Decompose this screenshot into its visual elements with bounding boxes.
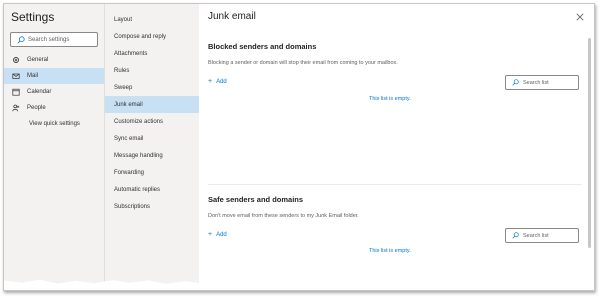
subnav-item-layout[interactable]: Layout: [105, 11, 199, 28]
safe-add-button[interactable]: + Add: [208, 231, 227, 238]
sidebar-item-label: Calendar: [27, 89, 52, 95]
settings-nav: General Mail Calendar People View quick …: [4, 52, 104, 132]
subnav-item-sync-email[interactable]: Sync email: [105, 130, 199, 147]
search-icon: [17, 35, 25, 43]
blocked-senders-description: Blocking a sender or domain will stop th…: [208, 60, 398, 66]
safe-search-placeholder: Search list: [523, 232, 549, 239]
subnav-item-compose-and-reply[interactable]: Compose and reply: [105, 28, 199, 45]
subnav-item-subscriptions[interactable]: Subscriptions: [105, 198, 199, 215]
subnav-item-forwarding[interactable]: Forwarding: [105, 164, 199, 181]
people-icon: [12, 104, 20, 112]
calendar-icon: [12, 88, 20, 96]
settings-window: Settings Search settings General Mail Ca…: [3, 3, 595, 291]
mail-icon: [12, 72, 20, 80]
safe-senders-heading: Safe senders and domains: [208, 195, 304, 204]
sidebar-item-label: People: [27, 105, 46, 111]
blocked-senders-heading: Blocked senders and domains: [208, 42, 317, 51]
gear-icon: [12, 56, 20, 64]
sidebar-item-mail[interactable]: Mail: [4, 68, 104, 84]
subnav-item-attachments[interactable]: Attachments: [105, 45, 199, 62]
mail-subnav: Layout Compose and reply Attachments Rul…: [104, 4, 199, 290]
subnav-item-sweep[interactable]: Sweep: [105, 79, 199, 96]
subnav-item-customize-actions[interactable]: Customize actions: [105, 113, 199, 130]
search-icon: [512, 79, 519, 86]
subnav-item-automatic-replies[interactable]: Automatic replies: [105, 181, 199, 198]
subnav-item-message-handling[interactable]: Message handling: [105, 147, 199, 164]
settings-title: Settings: [11, 10, 55, 24]
blocked-empty-text: This list is empty.: [369, 96, 411, 102]
sidebar-item-label: View quick settings: [29, 121, 80, 127]
plus-icon: +: [208, 231, 213, 238]
sidebar-item-label: General: [27, 57, 49, 63]
view-quick-settings-link[interactable]: View quick settings: [4, 116, 104, 132]
sidebar-item-label: Mail: [27, 73, 39, 79]
plus-icon: +: [208, 78, 213, 85]
junk-email-panel: Junk email Blocked senders and domains B…: [199, 4, 594, 290]
safe-search-input[interactable]: Search list: [505, 228, 579, 243]
settings-sidebar: Settings Search settings General Mail Ca…: [4, 4, 104, 290]
safe-senders-description: Don't move email from these senders to m…: [208, 213, 359, 219]
search-settings-input[interactable]: Search settings: [10, 32, 98, 47]
blocked-search-placeholder: Search list: [523, 79, 549, 86]
section-divider: [208, 184, 582, 185]
page-title: Junk email: [208, 11, 256, 22]
sidebar-item-general[interactable]: General: [4, 52, 104, 68]
sidebar-item-people[interactable]: People: [4, 100, 104, 116]
subnav-item-junk-email[interactable]: Junk email: [105, 96, 199, 113]
panel-scrollbar[interactable]: [588, 38, 591, 248]
search-icon: [512, 232, 519, 239]
mail-subnav-list: Layout Compose and reply Attachments Rul…: [105, 11, 199, 215]
sidebar-item-calendar[interactable]: Calendar: [4, 84, 104, 100]
blocked-add-label: Add: [216, 78, 227, 85]
subnav-item-rules[interactable]: Rules: [105, 62, 199, 79]
search-settings-placeholder: Search settings: [28, 36, 70, 43]
close-icon[interactable]: [576, 13, 584, 21]
blocked-search-input[interactable]: Search list: [505, 75, 579, 90]
blocked-add-button[interactable]: + Add: [208, 78, 227, 85]
safe-add-label: Add: [216, 231, 227, 238]
safe-empty-text: This list is empty.: [369, 248, 411, 254]
